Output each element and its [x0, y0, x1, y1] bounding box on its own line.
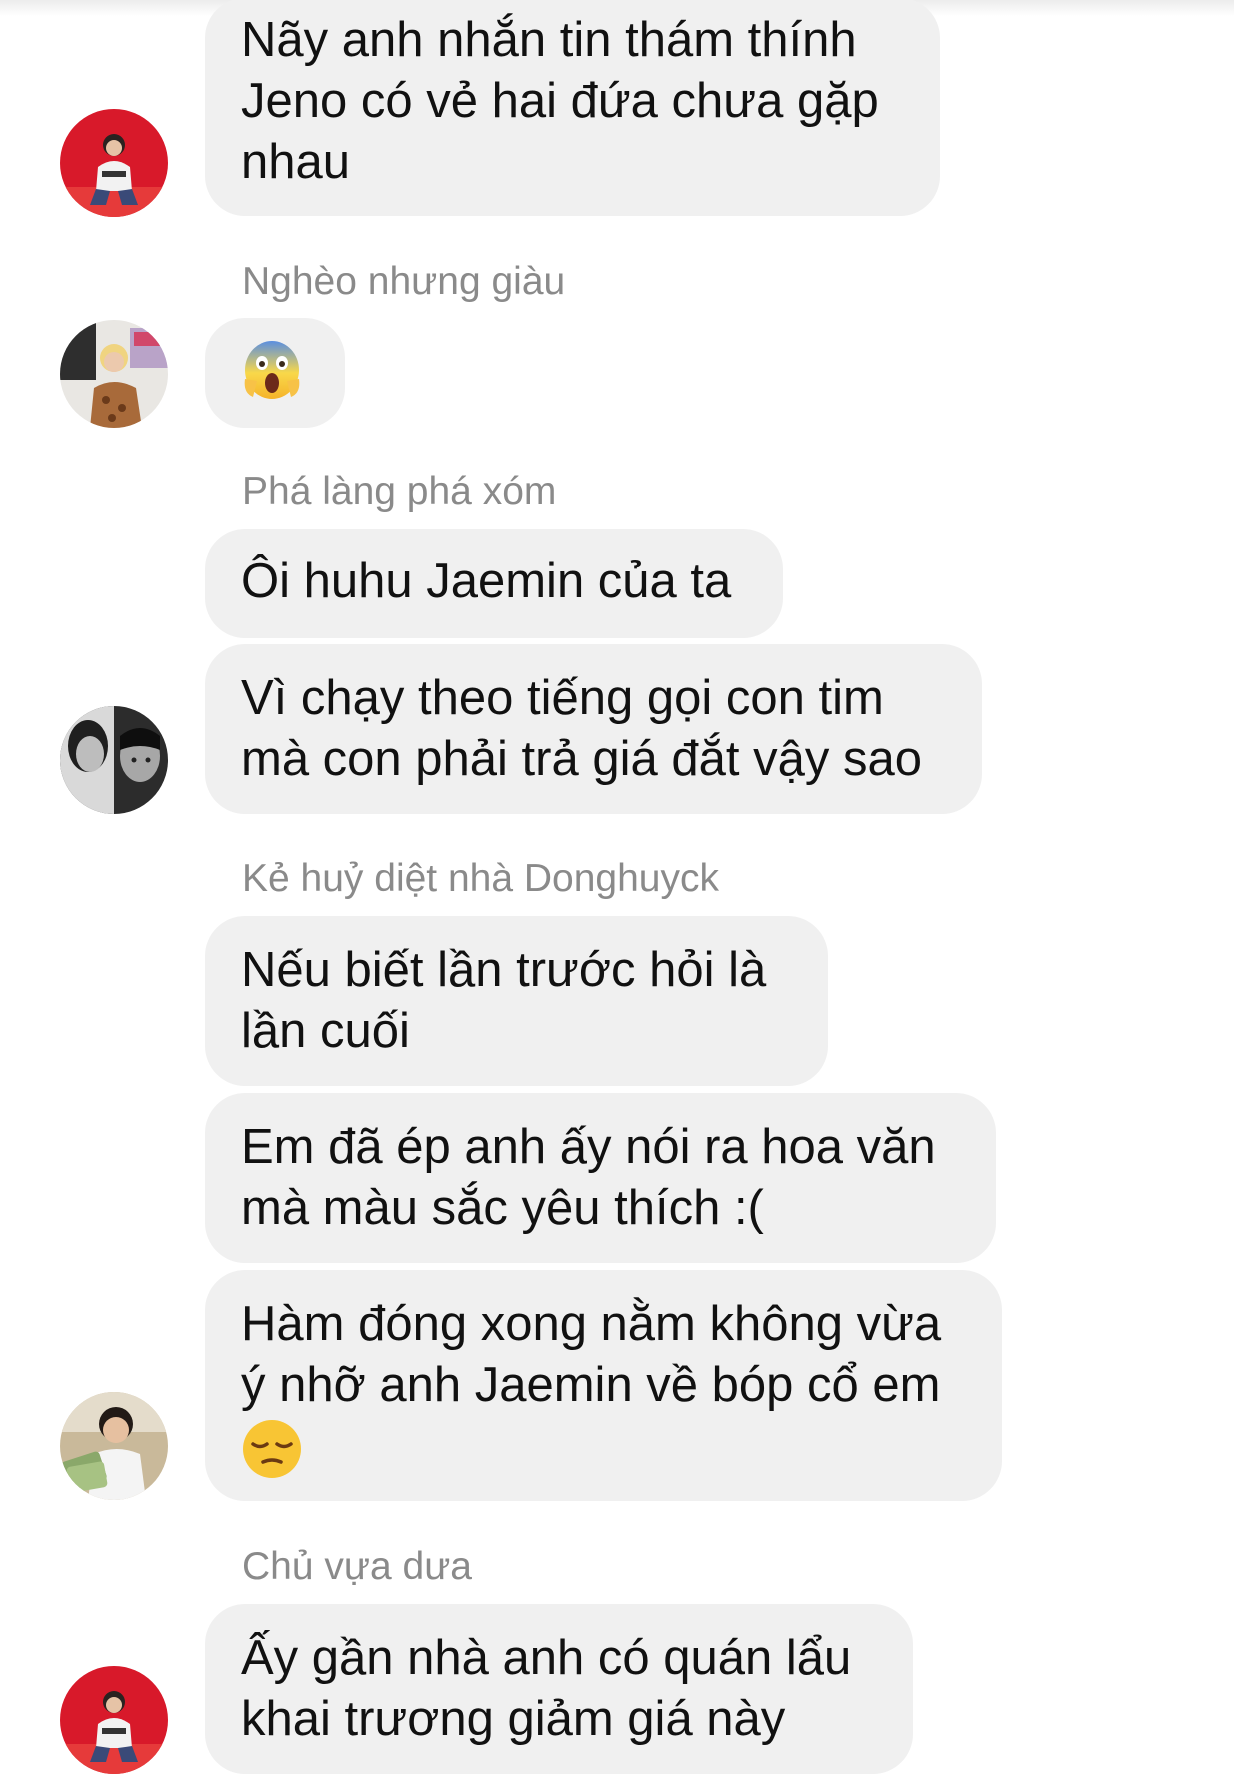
avatar-boy-holding-money-icon [60, 1392, 168, 1500]
message-text: mà màu sắc yêu thích :( [241, 1181, 764, 1235]
message-text: Vì chạy theo tiếng gọi con tim [241, 671, 884, 725]
pensive-face-emoji-icon [243, 1420, 301, 1478]
message-text: Hàm đóng xong nằm không vừa [241, 1297, 942, 1351]
message-bubble[interactable]: Nãy anh nhắn tin thám thính Jeno có vẻ h… [205, 0, 940, 216]
message-emoji [241, 1416, 966, 1488]
message-bubble[interactable] [205, 318, 345, 428]
message-text: lần cuối [241, 1004, 410, 1058]
message-bubble[interactable]: Vì chạy theo tiếng gọi con tim mà con ph… [205, 644, 982, 814]
sender-name: Chủ vựa dưa [242, 1545, 473, 1588]
avatar[interactable] [60, 320, 168, 428]
avatar-red-background-person-icon [60, 109, 168, 217]
sender-name: Kẻ huỷ diệt nhà Donghuyck [242, 857, 719, 900]
message-text: Nãy anh nhắn tin thám thính [241, 13, 857, 67]
message-bubble[interactable]: Hàm đóng xong nằm không vừa ý nhỡ anh Ja… [205, 1270, 1002, 1501]
message-text: nhau [241, 135, 351, 189]
avatar-red-background-person-icon [60, 1666, 168, 1774]
message-text: Ấy gần nhà anh có quán lẩu [241, 1631, 852, 1685]
message-text: Ôi huhu Jaemin của ta [241, 554, 732, 608]
sender-name: Nghèo nhưng giàu [242, 260, 566, 303]
avatar-grayscale-portrait-icon [60, 706, 168, 814]
message-text: khai trương giảm giá này [241, 1692, 786, 1746]
message-bubble[interactable]: Ôi huhu Jaemin của ta [205, 529, 783, 638]
message-text: Nếu biết lần trước hỏi là [241, 943, 767, 997]
sender-name: Phá làng phá xóm [242, 470, 557, 513]
avatar[interactable] [60, 1392, 168, 1500]
face-screaming-in-fear-emoji-icon [244, 341, 300, 400]
avatar-person-patterned-shirt-icon [60, 320, 168, 428]
message-text: mà con phải trả giá đắt vậy sao [241, 732, 922, 786]
message-text: ý nhỡ anh Jaemin về bóp cổ em [241, 1358, 941, 1412]
avatar[interactable] [60, 1666, 168, 1774]
avatar[interactable] [60, 706, 168, 814]
message-text: Jeno có vẻ hai đứa chưa gặp [241, 74, 879, 128]
avatar[interactable] [60, 109, 168, 217]
message-bubble[interactable]: Em đã ép anh ấy nói ra hoa văn mà màu sắ… [205, 1093, 996, 1263]
message-text: Em đã ép anh ấy nói ra hoa văn [241, 1120, 936, 1174]
message-bubble[interactable]: Nếu biết lần trước hỏi là lần cuối [205, 916, 828, 1086]
message-bubble[interactable]: Ấy gần nhà anh có quán lẩu khai trương g… [205, 1604, 913, 1774]
